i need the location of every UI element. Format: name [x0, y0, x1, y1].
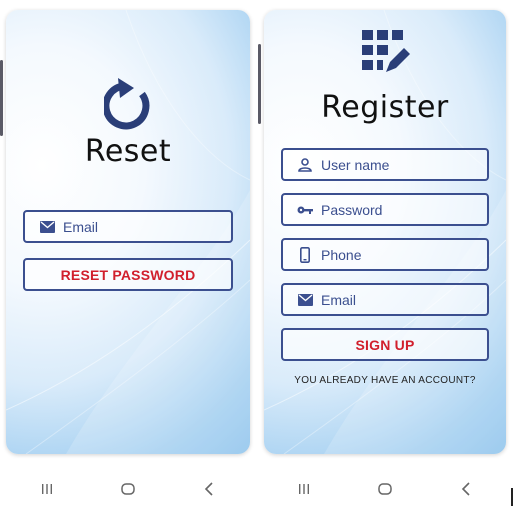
reset-password-button[interactable]: RESET PASSWORD: [23, 258, 233, 291]
register-screen: Register User name Password Phone Email …: [264, 10, 506, 454]
home-button[interactable]: [108, 477, 148, 501]
scroll-indicator: [0, 60, 3, 136]
email-placeholder: Email: [321, 291, 357, 308]
refresh-icon: [104, 78, 150, 130]
phone-icon: [297, 246, 313, 263]
back-button[interactable]: [446, 477, 486, 501]
email-icon: [297, 292, 313, 308]
key-icon: [297, 202, 313, 218]
home-button[interactable]: [365, 477, 405, 501]
recent-apps-icon: [299, 484, 310, 494]
phone-placeholder: Phone: [321, 246, 362, 263]
email-placeholder: Email: [63, 218, 99, 235]
home-icon: [378, 483, 392, 495]
email-field[interactable]: Email: [23, 210, 233, 243]
page-title: Register: [321, 90, 449, 125]
login-link[interactable]: YOU ALREADY HAVE AN ACCOUNT?: [264, 375, 506, 386]
back-icon: [461, 482, 470, 496]
page-title: Reset: [84, 134, 172, 169]
recent-apps-button[interactable]: [284, 477, 324, 501]
sign-up-button[interactable]: SIGN UP: [281, 328, 489, 361]
recent-apps-icon: [41, 484, 52, 494]
username-placeholder: User name: [321, 156, 390, 173]
password-placeholder: Password: [321, 201, 383, 218]
phone-field[interactable]: Phone: [281, 238, 489, 271]
email-field[interactable]: Email: [281, 283, 489, 316]
email-icon: [39, 219, 55, 235]
android-nav-bar: [264, 472, 506, 506]
reset-screen: Reset Email RESET PASSWORD: [6, 10, 250, 454]
text-cursor: [511, 488, 513, 506]
android-nav-bar: [6, 472, 250, 506]
back-button[interactable]: [189, 477, 229, 501]
recent-apps-button[interactable]: [27, 477, 67, 501]
password-field[interactable]: Password: [281, 193, 489, 226]
back-icon: [205, 482, 213, 496]
username-field[interactable]: User name: [281, 148, 489, 181]
user-icon: [297, 157, 313, 173]
scroll-indicator: [258, 44, 261, 124]
home-icon: [121, 483, 135, 495]
grid-edit-icon: [362, 30, 410, 72]
